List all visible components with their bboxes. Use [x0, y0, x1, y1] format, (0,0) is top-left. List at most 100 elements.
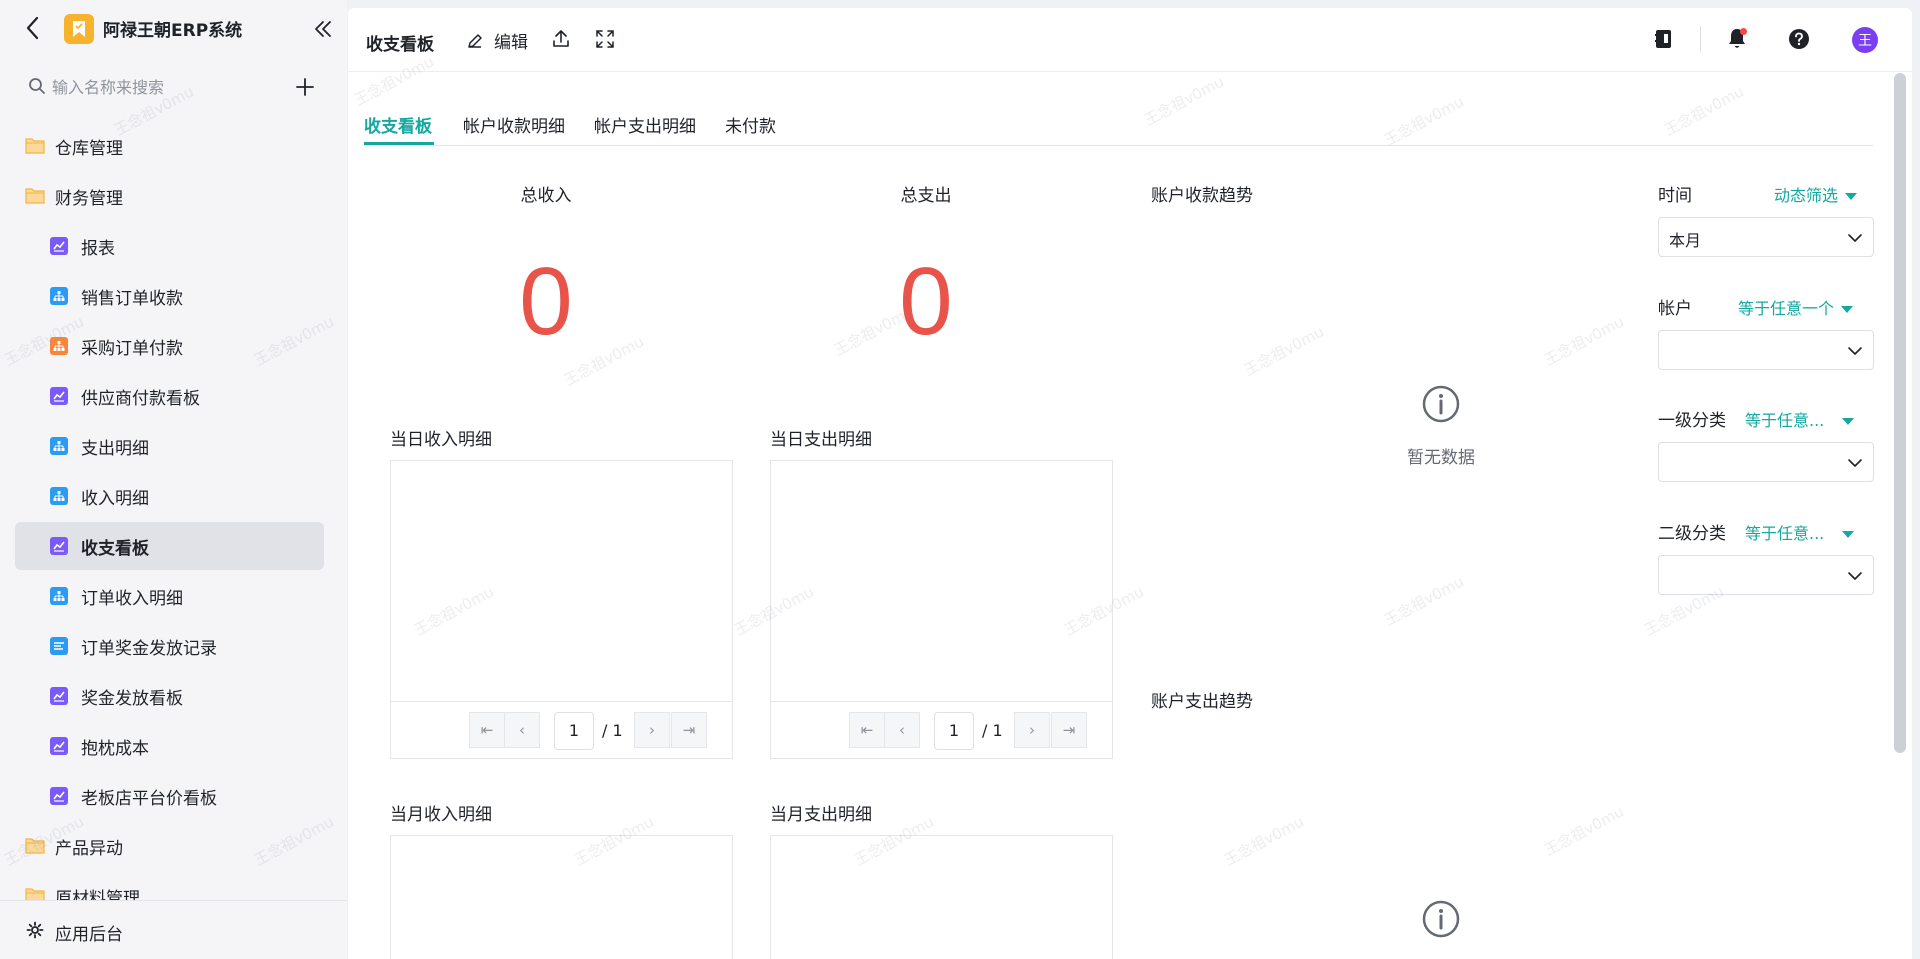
- prev-page-button[interactable]: ‹: [884, 712, 920, 748]
- sidebar-item-label: 供应商付款看板: [81, 389, 200, 409]
- tab-bar: 收支看板 帐户收款明细 帐户支出明细 未付款: [364, 86, 1874, 146]
- page-total: / 1: [982, 721, 1003, 740]
- sidebar-item[interactable]: 仓库管理: [15, 122, 324, 170]
- sidebar-item[interactable]: 原材料管理: [15, 872, 324, 900]
- app-logo-icon: [64, 14, 94, 44]
- topbar: 收支看板 编辑 王: [348, 8, 1912, 72]
- daily-income-pager: ⇤ ‹ 1 / 1 › ⇥: [391, 701, 732, 758]
- collapse-sidebar-icon[interactable]: [312, 18, 334, 40]
- filter-cat1-label: 一级分类: [1658, 411, 1726, 431]
- sidebar-item[interactable]: 订单奖金发放记录: [15, 622, 324, 670]
- notebook-icon[interactable]: [1652, 28, 1674, 50]
- first-page-button[interactable]: ⇤: [849, 712, 885, 748]
- sidebar-item-label: 订单奖金发放记录: [81, 639, 217, 659]
- empty-text: 暂无数据: [1407, 448, 1475, 468]
- sidebar-item[interactable]: 收入明细: [15, 472, 324, 520]
- chevron-down-icon: [1848, 234, 1862, 242]
- income-trend-empty-state: 暂无数据: [1371, 384, 1511, 468]
- monthly-expense-table: [770, 835, 1113, 959]
- sidebar-item[interactable]: 报表: [15, 222, 324, 270]
- total-income-value: 0: [519, 248, 573, 355]
- page-number-input[interactable]: 1: [554, 712, 594, 750]
- sidebar-item-label: 收支看板: [81, 539, 149, 559]
- org-icon: [50, 587, 68, 605]
- filter-account-operator[interactable]: 等于任意一个: [1738, 295, 1854, 319]
- sidebar-item-label: 产品异动: [55, 839, 123, 859]
- filter-cat2-label: 二级分类: [1658, 524, 1726, 544]
- sidebar-item[interactable]: 抱枕成本: [15, 722, 324, 770]
- gear-icon: [26, 921, 44, 939]
- next-page-button[interactable]: ›: [1014, 712, 1050, 748]
- sidebar: 阿禄王朝ERP系统 仓库管理财务管理报表销售订单收款采购订单付款供应商付款看板支…: [0, 0, 347, 959]
- daily-expense-table: ⇤ ‹ 1 / 1 › ⇥: [770, 460, 1113, 759]
- daily-income-title: 当日收入明细: [390, 430, 492, 450]
- chart-icon: [50, 387, 68, 405]
- filter-cat1-operator-text: 等于任意...: [1745, 411, 1825, 430]
- search-input[interactable]: [52, 74, 282, 100]
- back-arrow-icon[interactable]: [22, 14, 44, 42]
- filter-account-select[interactable]: [1658, 330, 1874, 370]
- chart-icon: [50, 537, 68, 555]
- sidebar-footer[interactable]: 应用后台: [0, 900, 347, 959]
- expense-trend-empty-state: [1371, 899, 1511, 944]
- info-icon: [1422, 385, 1460, 423]
- sidebar-item[interactable]: 奖金发放看板: [15, 672, 324, 720]
- notification-bell-icon[interactable]: [1726, 27, 1748, 51]
- sidebar-item-label: 仓库管理: [55, 139, 123, 159]
- fullscreen-icon[interactable]: [594, 28, 616, 50]
- account-income-trend-title: 账户收款趋势: [1151, 186, 1253, 206]
- filter-time-label: 时间: [1658, 186, 1692, 206]
- chart-icon: [50, 237, 68, 255]
- sidebar-item-label: 抱枕成本: [81, 739, 149, 759]
- pencil-icon: [468, 33, 482, 48]
- filter-time-operator[interactable]: 动态筛选: [1774, 182, 1858, 206]
- tab-account-receipts[interactable]: 帐户收款明细: [463, 112, 565, 137]
- org-icon: [50, 287, 68, 305]
- sidebar-item[interactable]: 产品异动: [15, 822, 324, 870]
- chart-icon: [50, 787, 68, 805]
- folder-icon: [25, 137, 45, 154]
- account-expense-trend-title: 账户支出趋势: [1151, 692, 1253, 712]
- chevron-down-icon: [1848, 572, 1862, 580]
- sidebar-item[interactable]: 订单收入明细: [15, 572, 324, 620]
- monthly-expense-title: 当月支出明细: [770, 805, 872, 825]
- sidebar-item[interactable]: 采购订单付款: [15, 322, 324, 370]
- tab-unpaid[interactable]: 未付款: [725, 112, 776, 137]
- add-item-icon[interactable]: [294, 76, 316, 98]
- avatar[interactable]: 王: [1852, 27, 1878, 53]
- sidebar-item[interactable]: 老板店平台价看板: [15, 772, 324, 820]
- sidebar-item-label: 采购订单付款: [81, 339, 183, 359]
- filter-cat2-operator[interactable]: 等于任意...: [1745, 520, 1855, 544]
- active-tab-indicator: [364, 142, 434, 145]
- filter-time-select[interactable]: 本月: [1658, 217, 1874, 257]
- filter-cat2-select[interactable]: [1658, 555, 1874, 595]
- first-page-button[interactable]: ⇤: [469, 712, 505, 748]
- sidebar-item-label: 支出明细: [81, 439, 149, 459]
- daily-expense-title: 当日支出明细: [770, 430, 872, 450]
- share-icon[interactable]: [550, 28, 572, 50]
- org-icon: [50, 487, 68, 505]
- sidebar-item[interactable]: 财务管理: [15, 172, 324, 220]
- tab-account-payments[interactable]: 帐户支出明细: [594, 112, 696, 137]
- folder-icon: [25, 887, 45, 900]
- page-number-input[interactable]: 1: [934, 712, 974, 750]
- sidebar-item[interactable]: 收支看板: [15, 522, 324, 570]
- filter-time-value: 本月: [1669, 231, 1702, 250]
- sidebar-item[interactable]: 支出明细: [15, 422, 324, 470]
- next-page-button[interactable]: ›: [634, 712, 670, 748]
- help-icon[interactable]: [1788, 28, 1810, 50]
- last-page-button[interactable]: ⇥: [671, 712, 707, 748]
- sidebar-header: 阿禄王朝ERP系统: [0, 0, 347, 58]
- last-page-button[interactable]: ⇥: [1051, 712, 1087, 748]
- sidebar-item[interactable]: 供应商付款看板: [15, 372, 324, 420]
- edit-button[interactable]: 编辑: [466, 28, 528, 53]
- sidebar-item[interactable]: 销售订单收款: [15, 272, 324, 320]
- filter-cat1-operator[interactable]: 等于任意...: [1745, 407, 1855, 431]
- vertical-scrollbar[interactable]: [1894, 73, 1906, 753]
- total-income-label: 总收入: [520, 186, 572, 206]
- sidebar-item-label: 原材料管理: [55, 889, 140, 900]
- app-backend-label: 应用后台: [55, 925, 123, 945]
- filter-cat1-select[interactable]: [1658, 442, 1874, 482]
- prev-page-button[interactable]: ‹: [504, 712, 540, 748]
- tab-income-expense-board[interactable]: 收支看板: [364, 112, 432, 137]
